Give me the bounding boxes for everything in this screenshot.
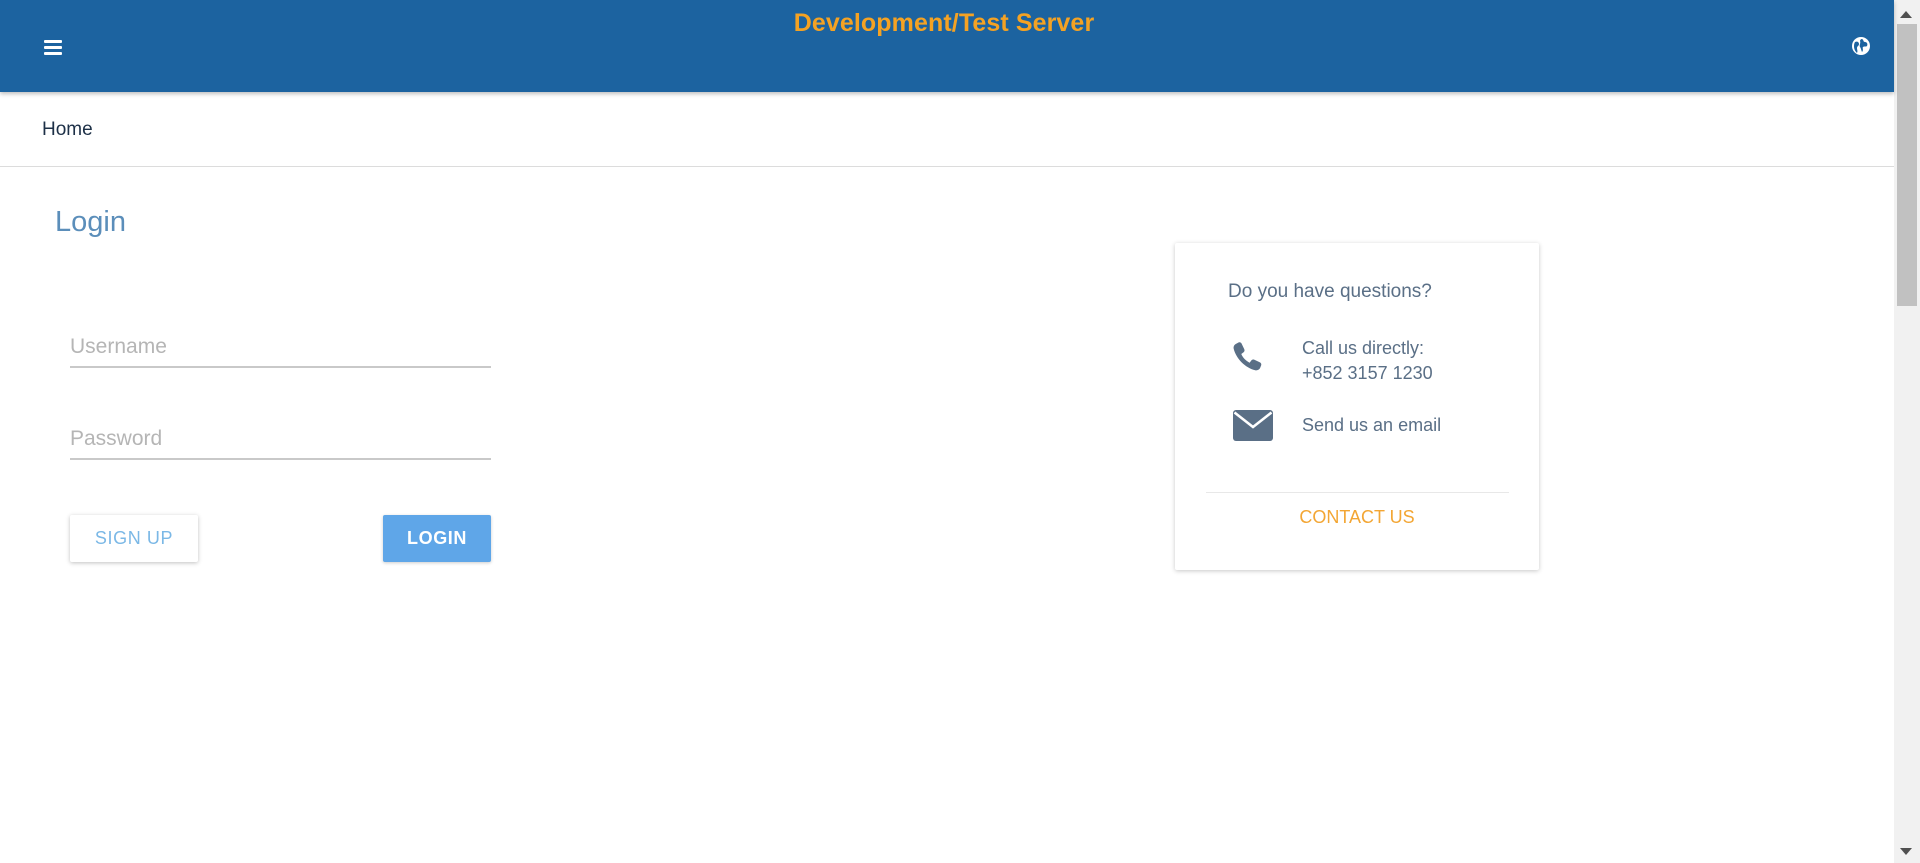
vertical-scrollbar[interactable] [1894, 0, 1920, 863]
login-button[interactable]: LOGIN [383, 515, 491, 562]
call-us-label: Call us directly: [1302, 338, 1425, 358]
envelope-icon[interactable] [1233, 410, 1273, 441]
globe-icon[interactable] [1850, 35, 1872, 57]
page-title: Login [55, 206, 126, 238]
send-email-link[interactable]: Send us an email [1302, 415, 1441, 436]
card-divider [1206, 492, 1509, 493]
password-field [70, 420, 491, 460]
phone-icon [1229, 339, 1265, 375]
contact-question: Do you have questions? [1228, 281, 1432, 302]
scroll-up-arrow-icon[interactable] [1900, 11, 1912, 18]
password-input[interactable] [70, 420, 491, 458]
breadcrumb: Home [0, 92, 1894, 167]
scrollbar-thumb[interactable] [1897, 24, 1917, 306]
breadcrumb-home-link[interactable]: Home [42, 119, 93, 141]
server-title: Development/Test Server [793, 9, 1095, 37]
top-app-bar: Development/Test Server [0, 0, 1894, 92]
contact-us-button[interactable]: CONTACT US [1175, 507, 1539, 528]
phone-number: +852 3157 1230 [1302, 363, 1433, 383]
contact-card: Do you have questions? Call us directly:… [1175, 243, 1539, 570]
username-field [70, 328, 491, 368]
username-input[interactable] [70, 328, 491, 366]
scroll-down-arrow-icon[interactable] [1900, 848, 1912, 855]
app-root: Development/Test Server Home Login SIGN … [0, 0, 1920, 863]
sign-up-button[interactable]: SIGN UP [70, 515, 198, 562]
